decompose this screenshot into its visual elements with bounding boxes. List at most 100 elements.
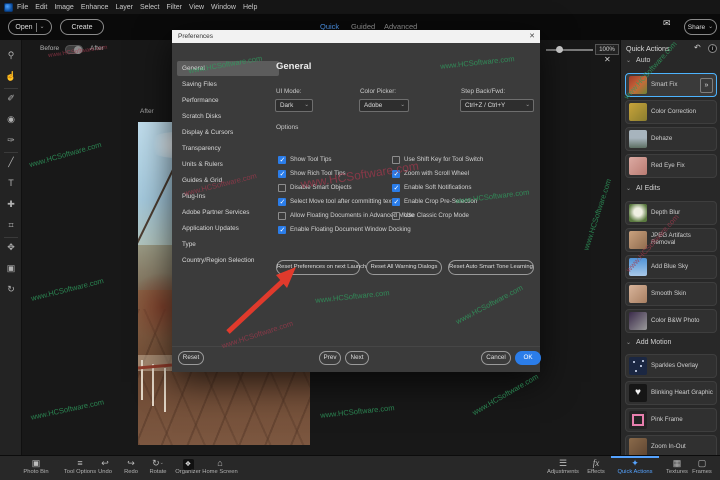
type-tool[interactable]: T [0, 176, 22, 192]
qa-item-jpeg-artifacts-removal[interactable]: JPEG Artifacts Removal [625, 228, 717, 252]
crop-tool[interactable]: ⌗ [0, 218, 22, 234]
quick-actions-button[interactable]: ✦ Quick Actions [611, 457, 659, 475]
menu-layer[interactable]: Layer [115, 4, 133, 11]
category-guides-grid[interactable]: Guides & Grid [177, 173, 279, 188]
menu-image[interactable]: Image [54, 4, 73, 11]
ui-mode-select[interactable]: Dark ⌄ [275, 99, 313, 112]
quick-selection-tool[interactable]: ✐ [0, 91, 22, 107]
qa-item-label: Add Blue Sky [651, 262, 689, 270]
create-button[interactable]: Create [60, 19, 104, 35]
whiten-teeth-tool[interactable]: ✑ [0, 133, 22, 149]
smooth-skin-thumbnail [629, 285, 647, 303]
qa-item-blinking-heart[interactable]: ♥ Blinking Heart Graphic [625, 381, 717, 405]
zoom-value[interactable]: 100% [595, 44, 619, 55]
menu-select[interactable]: Select [140, 4, 159, 11]
checkbox[interactable] [278, 184, 286, 192]
frame-tool[interactable]: ▣ [0, 261, 22, 277]
reset-smart-tone-button[interactable]: Reset Auto Smart Tone Learning [448, 260, 534, 275]
menu-enhance[interactable]: Enhance [81, 4, 109, 11]
frames-button[interactable]: ▢ Frames [686, 457, 718, 475]
checkbox[interactable] [278, 212, 286, 220]
category-transparency[interactable]: Transparency [177, 141, 279, 156]
category-units-rulers[interactable]: Units & Rulers [177, 157, 279, 172]
red-eye-tool[interactable]: ◉ [0, 112, 22, 128]
hand-tool[interactable]: ☝ [0, 69, 22, 85]
expand-options-button[interactable]: » [700, 78, 713, 93]
category-saving-files[interactable]: Saving Files [177, 77, 279, 92]
spot-healing-tool[interactable]: ✚ [0, 197, 22, 213]
effects-button[interactable]: fx Effects [579, 457, 613, 475]
qa-item-smooth-skin[interactable]: Smooth Skin [625, 282, 717, 306]
category-application-updates[interactable]: Application Updates [177, 221, 279, 236]
open-button-divider [35, 22, 37, 32]
checkbox[interactable] [278, 226, 286, 234]
checkbox[interactable] [278, 198, 286, 206]
info-icon[interactable]: i [708, 44, 717, 53]
step-back-fwd-select[interactable]: Ctrl+Z / Ctrl+Y ⌄ [460, 99, 534, 112]
panel-reset-icon[interactable]: ↶ [694, 43, 701, 52]
dialog-close-icon[interactable]: ✕ [529, 30, 535, 43]
qa-item-pink-frame[interactable]: Pink Frame [625, 408, 717, 432]
checkbox[interactable] [392, 212, 400, 220]
before-after-toggle[interactable] [65, 45, 83, 54]
prev-button[interactable]: Prev [319, 351, 341, 365]
section-ai-edits[interactable]: ⌄ AI Edits [626, 185, 660, 192]
checkbox[interactable] [278, 170, 286, 178]
color-picker-select[interactable]: Adobe ⌄ [359, 99, 409, 112]
checkbox[interactable] [392, 198, 400, 206]
category-general[interactable]: General [177, 61, 279, 76]
qa-item-red-eye-fix[interactable]: Red Eye Fix [625, 154, 717, 178]
qa-item-color-bw-photo[interactable]: Color B&W Photo [625, 309, 717, 333]
menu-window[interactable]: Window [211, 4, 236, 11]
menu-filter[interactable]: Filter [166, 4, 182, 11]
checkbox[interactable] [392, 184, 400, 192]
category-type[interactable]: Type [177, 237, 279, 252]
section-auto[interactable]: ⌄ Auto [626, 57, 650, 64]
qa-item-dehaze[interactable]: Dehaze [625, 127, 717, 151]
category-plug-ins[interactable]: Plug-Ins [177, 189, 279, 204]
zoom-tool[interactable]: ⚲ [0, 48, 22, 64]
checkbox[interactable] [278, 156, 286, 164]
qa-item-sparkles-overlay[interactable]: Sparkles Overlay [625, 354, 717, 378]
next-button[interactable]: Next [345, 351, 369, 365]
menu-view[interactable]: View [189, 4, 204, 11]
reset-warning-dialogs-button[interactable]: Reset All Warning Dialogs [366, 260, 442, 275]
qa-item-depth-blur[interactable]: Depth Blur [625, 201, 717, 225]
home-icon: ⌂ [217, 458, 223, 468]
document-close-icon[interactable]: ✕ [604, 55, 611, 64]
quick-actions-panel: Quick Actions ↶ i ⌄ Auto Smart Fix » Colo… [620, 40, 720, 455]
option-label: Show Tool Tips [290, 156, 332, 163]
qa-item-add-blue-sky[interactable]: Add Blue Sky [625, 255, 717, 279]
ok-button[interactable]: OK [515, 351, 541, 365]
category-scratch-disks[interactable]: Scratch Disks [177, 109, 279, 124]
category-display-cursors[interactable]: Display & Cursors [177, 125, 279, 140]
checkbox[interactable] [392, 170, 400, 178]
move-tool[interactable]: ✥ [0, 240, 22, 256]
reset-button[interactable]: Reset [178, 351, 204, 365]
rotate-tool[interactable]: ↻ [0, 282, 22, 298]
zoom-slider-track[interactable] [546, 49, 593, 51]
qa-item-zoom-in-out[interactable]: Zoom In-Out [625, 435, 717, 455]
qa-item-label: Pink Frame [651, 415, 683, 423]
mail-icon[interactable]: ✉ [663, 18, 671, 29]
photo-bin-button[interactable]: ▣ Photo Bin [17, 457, 55, 475]
home-screen-button[interactable]: ⌂ Home Screen [197, 457, 243, 475]
zoom-slider-knob[interactable] [556, 46, 563, 53]
menu-help[interactable]: Help [243, 4, 257, 11]
color-correction-thumbnail [629, 103, 647, 121]
checkbox[interactable] [392, 156, 400, 164]
qa-item-smart-fix[interactable]: Smart Fix » [625, 73, 717, 97]
tool-divider [4, 152, 18, 153]
section-add-motion[interactable]: ⌄ Add Motion [626, 339, 671, 346]
share-button[interactable]: Share ⌄ [684, 19, 717, 35]
category-performance[interactable]: Performance [177, 93, 279, 108]
menu-edit[interactable]: Edit [35, 4, 47, 11]
open-button[interactable]: Open ⌄ [8, 19, 52, 35]
cancel-button[interactable]: Cancel [481, 351, 511, 365]
menu-file[interactable]: File [17, 4, 28, 11]
category-adobe-partner-services[interactable]: Adobe Partner Services [177, 205, 279, 220]
qa-item-color-correction[interactable]: Color Correction [625, 100, 717, 124]
after-label: After [90, 45, 104, 52]
dialog-titlebar[interactable]: Preferences ✕ [172, 30, 540, 43]
straighten-tool[interactable]: ╱ [0, 155, 22, 171]
